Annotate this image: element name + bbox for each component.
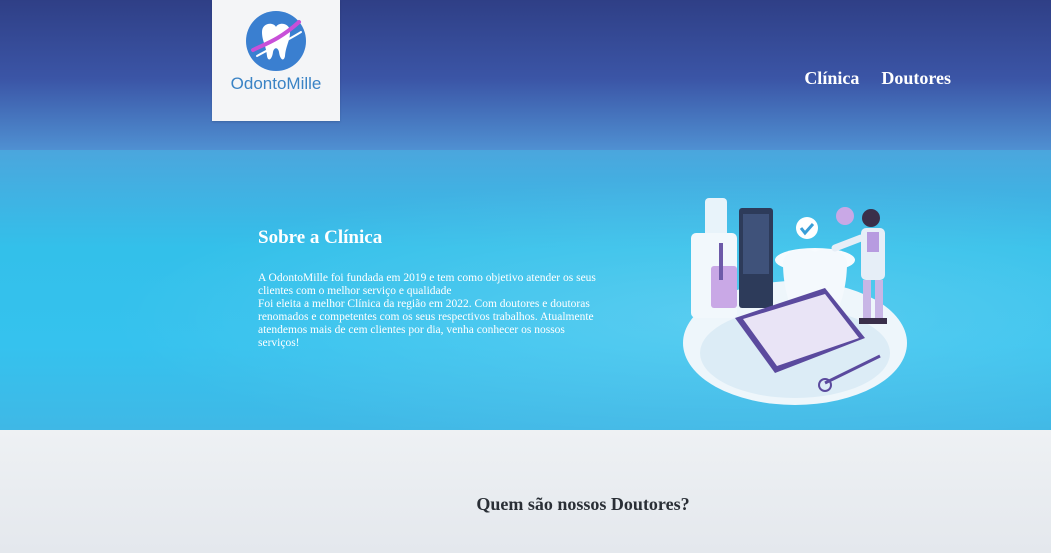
logo[interactable]: OdontoMille [212, 0, 340, 121]
doctors-section [0, 430, 1051, 553]
about-line: renomados e competentes com os seus resp… [258, 311, 594, 323]
about-line: atendemos mais de cem clientes por dia, … [258, 324, 565, 336]
about-title: Sobre a Clínica [258, 227, 383, 248]
about-description: A OdontoMille foi fundada em 2019 e tem … [258, 272, 683, 350]
main-nav: Clínica Doutores [804, 68, 951, 89]
about-line: Foi eleita a melhor Clínica da região em… [258, 298, 590, 310]
about-line: serviços! [258, 337, 300, 349]
logo-text: OdontoMille [230, 74, 322, 93]
tooth-logo-icon [246, 11, 306, 71]
nav-link-doutores[interactable]: Doutores [881, 68, 951, 89]
dentist-illustration-icon [683, 198, 907, 405]
about-line: clientes com o melhor serviço e qualidad… [258, 285, 452, 297]
nav-link-clinica[interactable]: Clínica [804, 68, 859, 89]
about-line: A OdontoMille foi fundada em 2019 e tem … [258, 272, 596, 284]
doctors-heading: Quem são nossos Doutores? [476, 494, 690, 514]
